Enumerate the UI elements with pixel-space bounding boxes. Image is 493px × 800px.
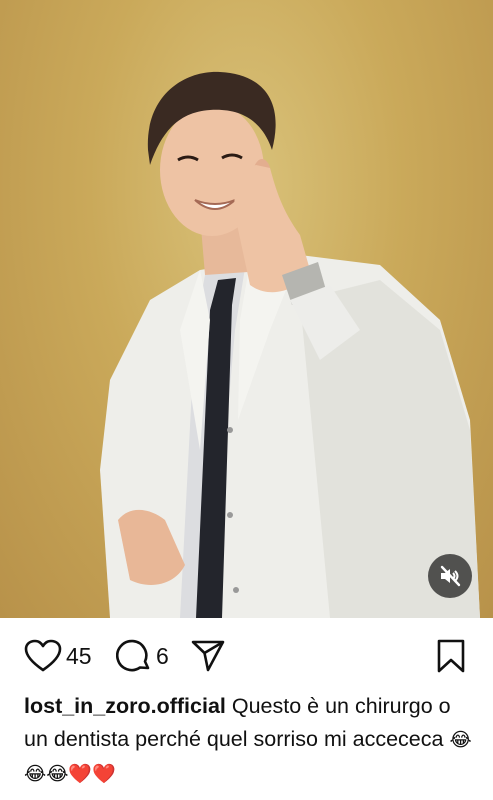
like-button[interactable]: 45 bbox=[24, 638, 92, 674]
share-button[interactable] bbox=[190, 638, 226, 674]
bookmark-icon bbox=[437, 639, 465, 673]
speaker-muted-icon bbox=[440, 565, 461, 587]
comment-button[interactable]: 6 bbox=[116, 638, 169, 674]
heart-icon bbox=[24, 639, 62, 672]
save-button[interactable] bbox=[436, 638, 466, 674]
mute-toggle-button[interactable] bbox=[428, 554, 472, 598]
post-action-bar: 45 6 bbox=[0, 618, 493, 692]
video-frame-illustration bbox=[100, 71, 480, 618]
caption-username[interactable]: lost_in_zoro.official bbox=[24, 694, 226, 718]
likes-count: 45 bbox=[66, 642, 92, 669]
comment-bubble-icon bbox=[116, 639, 150, 672]
paper-plane-icon bbox=[191, 640, 225, 672]
comments-count: 6 bbox=[156, 642, 169, 669]
post-caption: lost_in_zoro.official Questo è un chirur… bbox=[24, 690, 474, 791]
post-video[interactable] bbox=[0, 0, 493, 618]
